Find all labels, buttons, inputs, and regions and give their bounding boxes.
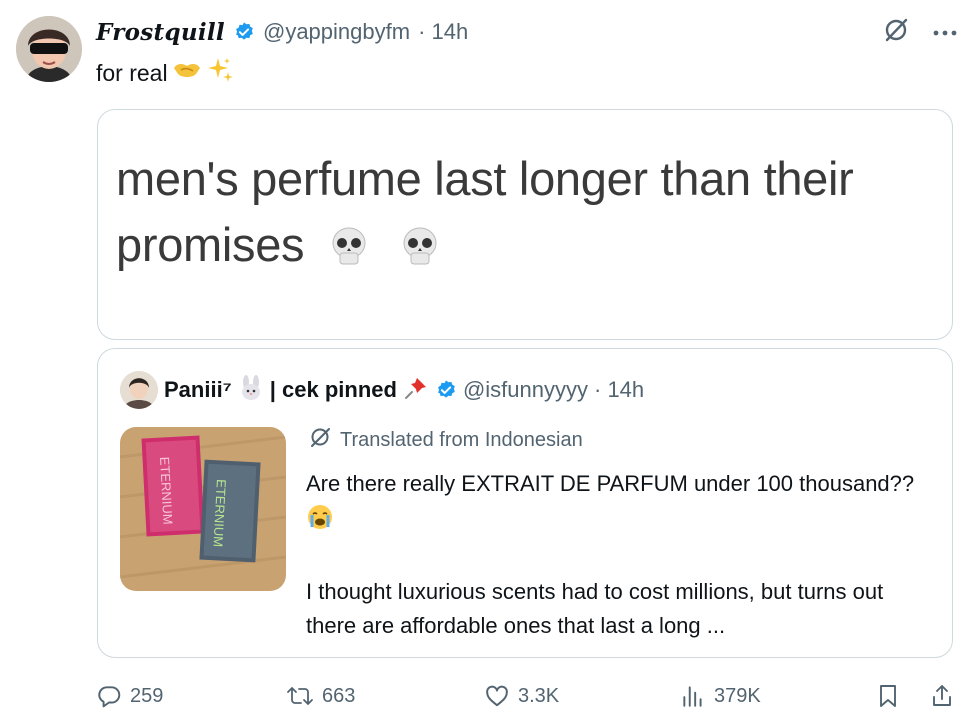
rabbit-emoji [238,374,264,406]
quoted-header: Paniii⁷ | cek pinned @isfunnyyyy · 14h [120,371,644,409]
skull-emoji [327,220,371,286]
verified-badge-icon [435,379,457,401]
quoted-tweet[interactable]: Paniii⁷ | cek pinned @isfunnyyyy · 14h E… [97,348,953,658]
like-count: 3.3K [518,684,560,707]
reply-icon [96,683,122,709]
tweet-top-actions [882,16,958,49]
sparkles-emoji [206,56,234,90]
share-button[interactable] [930,678,954,714]
tweet-image[interactable]: men's perfume last longer than their pro… [97,109,953,340]
handshake-emoji [172,58,202,88]
loudly-crying-face-emoji [306,503,334,541]
action-bar: 259 663 3.3K 379K [96,678,958,714]
tweet-text: for real [96,56,234,90]
quoted-text-paragraph-2: I thought luxurious scents had to cost m… [306,579,884,638]
quoted-text-paragraph-1: Are there really EXTRAIT DE PARFUM under… [306,467,926,541]
repost-count: 663 [322,684,356,707]
quoted-name-suffix: | cek pinned [269,377,397,402]
author-handle[interactable]: @yappingbyfm [263,19,410,45]
image-text: men's perfume last longer than their pro… [116,146,942,286]
views-icon [680,683,706,709]
quoted-time[interactable]: · 14h [594,377,644,403]
views-button[interactable]: 379K [680,678,761,714]
more-icon[interactable] [932,24,958,42]
quoted-author-handle[interactable]: @isfunnyyyy [463,377,588,403]
quoted-avatar[interactable] [120,371,158,409]
pushpin-emoji [403,375,429,406]
bookmark-icon [876,683,900,709]
share-icon [930,683,954,709]
author-avatar[interactable] [16,16,82,82]
tweet-header: Frostquill @yappingbyfm · 14h [96,14,468,50]
quoted-author-name[interactable]: Paniii⁷ [164,377,232,403]
repost-button[interactable]: 663 [286,678,355,714]
like-icon [484,683,510,709]
repost-icon [286,683,314,709]
views-count: 379K [714,684,761,707]
quoted-image[interactable]: ETERNIUM ETERNIUM [120,427,286,591]
reply-count: 259 [130,684,164,707]
grok-icon[interactable] [882,16,910,49]
verified-badge-icon [233,21,255,43]
bookmark-button[interactable] [876,678,900,714]
translate-icon [308,425,332,455]
tweet-text-content: for real [96,59,168,86]
quoted-text: Are there really EXTRAIT DE PARFUM under… [306,467,926,643]
reply-button[interactable]: 259 [96,678,163,714]
translation-label[interactable]: Translated from Indonesian [308,425,583,455]
tweet-time[interactable]: · 14h [418,19,468,45]
skull-emoji [398,220,442,286]
author-name[interactable]: Frostquill [96,19,225,46]
like-button[interactable]: 3.3K [484,678,559,714]
